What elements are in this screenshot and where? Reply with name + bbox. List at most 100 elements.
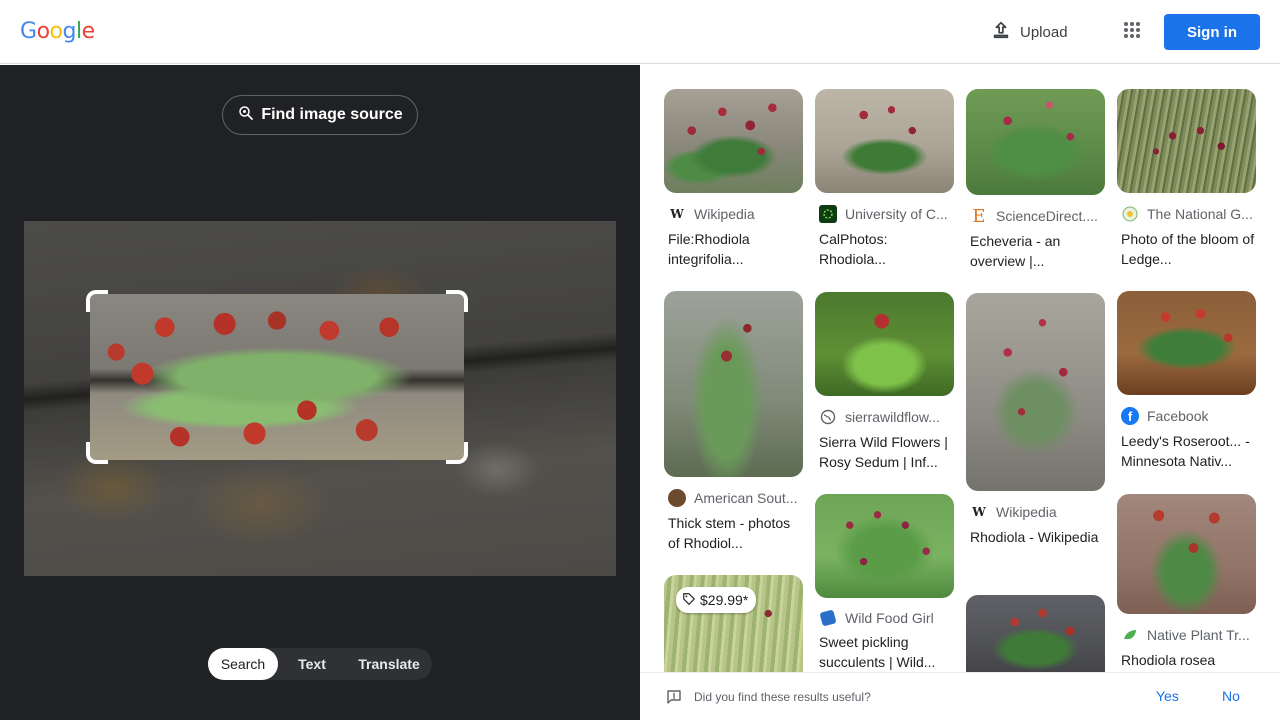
crop-handle-bottom-right[interactable] [446,442,468,464]
result-source: f Facebook [1117,407,1256,425]
result-source-name: University of C... [845,206,948,222]
result-thumbnail: $29.99* [664,575,803,672]
result-source-name: The National G... [1147,206,1253,222]
globe-icon [819,408,837,426]
result-thumbnail [664,291,803,477]
upload-label: Upload [1020,23,1068,41]
query-image [24,221,616,576]
upload-icon [990,19,1012,45]
result-card[interactable]: American Sout... Thick stem - photos of … [664,291,803,553]
mode-text-tab[interactable]: Text [278,648,346,680]
crop-handle-bottom-left[interactable] [86,442,108,464]
result-source-name: American Sout... [694,490,798,506]
facebook-icon: f [1121,407,1139,425]
upload-button[interactable]: Upload [990,18,1068,46]
apps-grid-icon [1123,21,1141,44]
result-thumbnail [966,595,1105,672]
american-southwest-icon [668,489,686,507]
result-card[interactable]: University of C... CalPhotos: Rhodiola..… [815,89,954,269]
wild-food-girl-icon [819,610,837,626]
result-title: Rhodiola - Wikipedia [970,529,1099,545]
result-card[interactable]: W Wikipedia File:Rhodiola integrifolia..… [664,89,803,269]
result-source-name: Native Plant Tr... [1147,627,1250,643]
result-card[interactable]: Native Plant Tr... Rhodiola rosea [1117,494,1256,670]
wikipedia-icon: W [670,207,684,221]
result-thumbnail [1117,89,1256,193]
lens-mode-switcher: Search Text Translate [208,648,432,680]
logo-letter: o [36,19,50,44]
apps-grid-button[interactable] [1120,18,1144,46]
wikipedia-icon: W [972,505,986,519]
selected-region[interactable] [90,294,464,460]
result-title: Photo of the bloom of Ledge... [1121,231,1255,267]
feedback-bar: Did you find these results useful? Yes N… [640,672,1280,720]
result-source-name: Wikipedia [694,206,755,222]
logo-letter: o [49,19,63,44]
result-title: CalPhotos: Rhodiola... [819,231,888,267]
result-card[interactable]: Wild Food Girl Sweet pickling succulents… [815,494,954,672]
result-source: American Sout... [664,489,803,507]
result-thumbnail [966,89,1105,195]
result-source-name: Wikipedia [996,504,1057,520]
elsevier-icon: E [972,207,986,225]
result-card[interactable]: f Facebook Leedy's Roseroot... - Minneso… [1117,291,1256,471]
result-source-name: sierrawildflow... [845,409,940,425]
price-label: $29.99* [700,592,749,608]
logo-letter: e [81,19,96,44]
national-garden-icon [1121,205,1139,223]
result-title: Leedy's Roseroot... - Minnesota Nativ... [1121,433,1250,469]
lens-search-icon [237,104,255,127]
result-card[interactable] [966,595,1105,672]
result-thumbnail [1117,291,1256,395]
result-title: File:Rhodiola integrifolia... [668,231,750,267]
header: Google Upload Sign in [0,0,1280,64]
result-title: Echeveria - an overview |... [970,233,1061,269]
mode-translate-tab[interactable]: Translate [346,648,432,680]
visual-matches-results: W Wikipedia File:Rhodiola integrifolia..… [640,65,1280,672]
crop-handle-top-left[interactable] [86,290,108,312]
result-thumbnail [966,293,1105,491]
result-source-name: Wild Food Girl [845,610,934,626]
result-source: W Wikipedia [966,503,1105,521]
feedback-icon [666,689,682,710]
result-title: Thick stem - photos of Rhodiol... [668,515,791,551]
calphotos-icon [819,205,837,223]
feedback-question: Did you find these results useful? [694,690,871,704]
result-card[interactable]: $29.99* [664,575,803,672]
find-image-source-button[interactable]: Find image source [222,95,418,135]
price-tag-icon [682,592,696,609]
result-source: W Wikipedia [664,205,803,223]
result-card[interactable]: The National G... Photo of the bloom of … [1117,89,1256,269]
result-source: E ScienceDirect.... [966,207,1105,225]
result-source: Wild Food Girl [815,610,954,626]
leaf-icon [1121,626,1139,644]
find-image-source-label: Find image source [261,106,403,123]
result-title: Sierra Wild Flowers | Rosy Sedum | Inf..… [819,434,948,470]
sign-in-button[interactable]: Sign in [1164,14,1260,50]
result-thumbnail [815,494,954,598]
result-source: University of C... [815,205,954,223]
lens-image-pane: Find image source Search Text Translate [0,65,640,720]
result-thumbnail [664,89,803,193]
result-source-name: Facebook [1147,408,1209,424]
result-source: sierrawildflow... [815,408,954,426]
result-card[interactable]: W Wikipedia Rhodiola - Wikipedia [966,293,1105,547]
mode-search-tab[interactable]: Search [208,648,278,680]
price-tag: $29.99* [676,587,757,613]
result-thumbnail [815,292,954,396]
logo-letter: g [62,19,77,44]
crop-handle-top-right[interactable] [446,290,468,312]
logo-letter: G [20,19,37,44]
feedback-no-button[interactable]: No [1222,688,1240,704]
result-card[interactable]: E ScienceDirect.... Echeveria - an overv… [966,89,1105,271]
result-thumbnail [1117,494,1256,614]
google-logo[interactable]: Google [20,19,95,44]
result-title: Rhodiola rosea [1121,652,1216,668]
result-source: The National G... [1117,205,1256,223]
result-source: Native Plant Tr... [1117,626,1256,644]
result-card[interactable]: sierrawildflow... Sierra Wild Flowers | … [815,292,954,472]
result-title: Sweet pickling succulents | Wild... [819,634,936,670]
feedback-yes-button[interactable]: Yes [1156,688,1179,704]
result-thumbnail [815,89,954,193]
result-source-name: ScienceDirect.... [996,208,1098,224]
